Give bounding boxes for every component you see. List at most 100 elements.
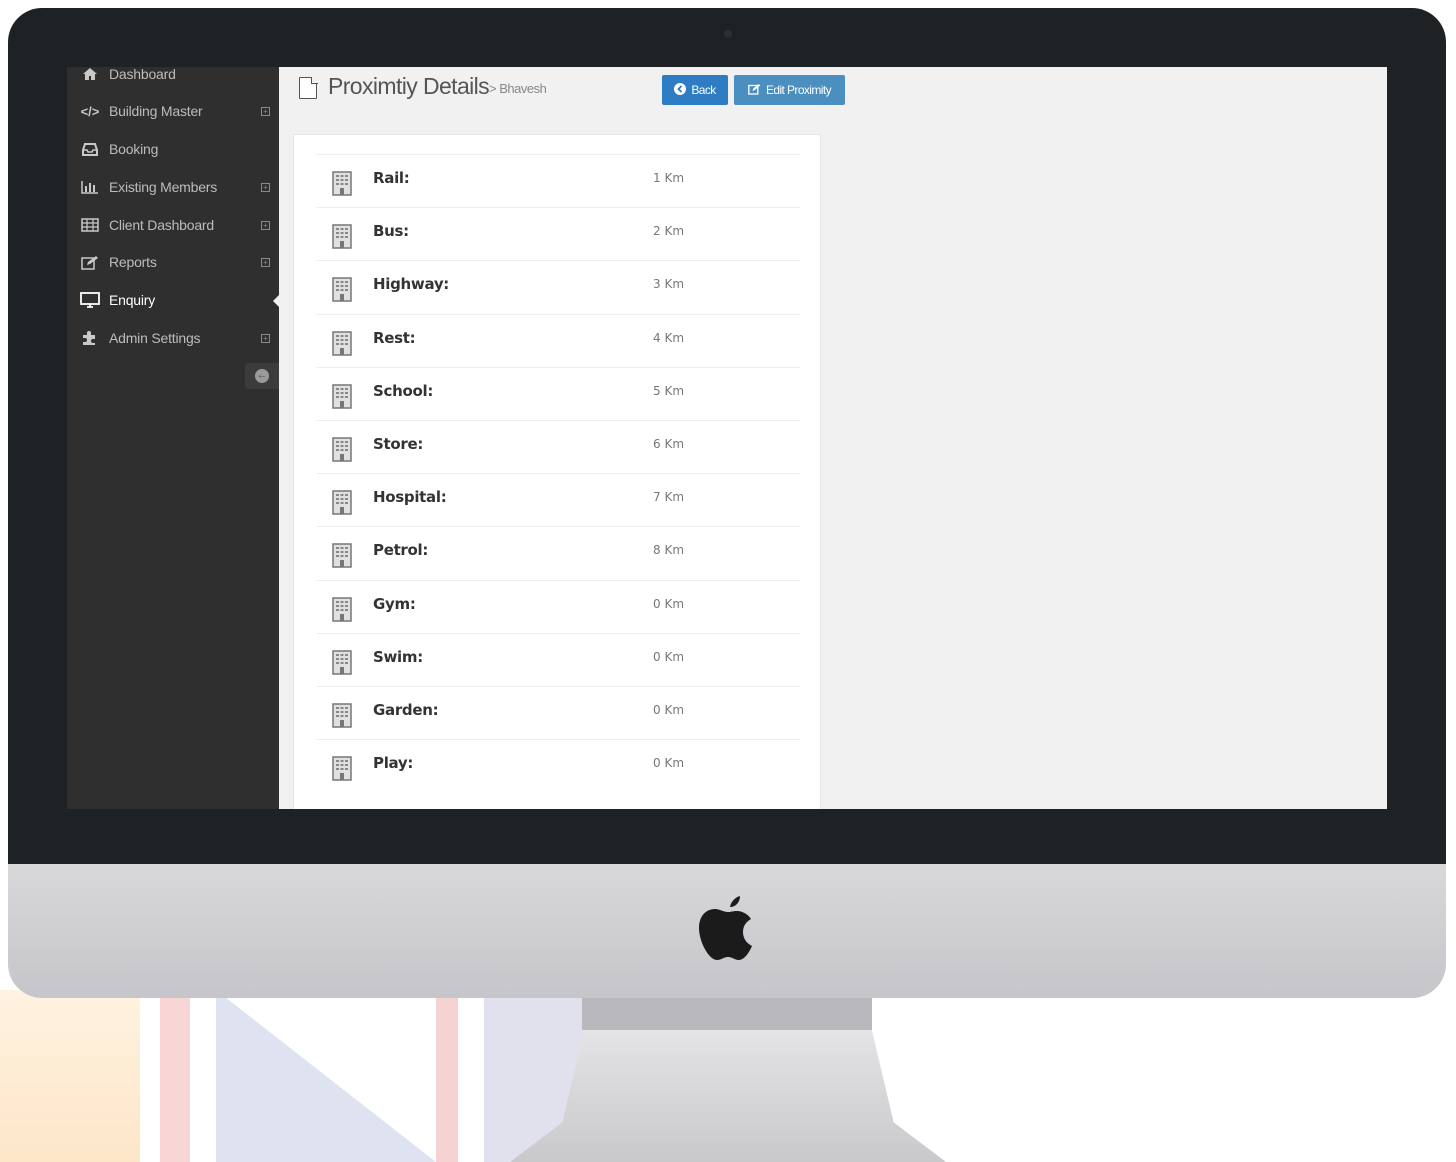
back-button[interactable]: Back (662, 75, 728, 105)
edit-proximity-button[interactable]: Edit Proximity (734, 75, 845, 105)
sidebar-item-label: Booking (109, 141, 159, 157)
proximity-distance: 7 Km (653, 490, 685, 505)
page-title: Proximtiy Details (328, 73, 490, 99)
proximity-label: Swim: (373, 647, 423, 666)
sidebar-item-label: Enquiry (109, 292, 156, 308)
sidebar-item-existing-members[interactable]: Existing Members + (67, 172, 279, 202)
arrow-left-circle-icon: ← (255, 369, 269, 383)
proximity-row: Gym: 0 Km (316, 579, 800, 633)
sidebar-item-label: Admin Settings (109, 330, 201, 346)
building-icon (332, 330, 352, 356)
building-icon (332, 650, 352, 675)
active-indicator (273, 294, 280, 308)
sidebar-item-label: Existing Members (109, 179, 218, 195)
building-icon (332, 437, 352, 462)
building-icon (332, 490, 352, 515)
proximity-row: Store: 6 Km (316, 420, 800, 473)
building-icon (332, 224, 352, 249)
expand-icon[interactable]: + (261, 257, 270, 267)
sidebar-item-admin-settings[interactable]: Admin Settings + (67, 323, 279, 353)
bar-chart-icon (79, 179, 101, 195)
building-icon (332, 756, 352, 781)
sidebar-item-label: Client Dashboard (109, 217, 214, 233)
edit-icon (748, 83, 761, 98)
proximity-distance: 5 Km (653, 383, 685, 398)
proximity-label: Play: (373, 754, 414, 773)
building-icon (332, 384, 352, 409)
proximity-row: Petrol: 8 Km (316, 526, 800, 579)
background-shape (160, 990, 190, 1162)
proximity-row: Hospital: 7 Km (316, 473, 800, 526)
proximity-label: Gym: (373, 594, 416, 613)
proximity-distance: 0 Km (653, 756, 685, 771)
arrow-left-circle-icon (674, 82, 687, 98)
proximity-card: Rail: 1 Km Bus: 2 Km Highway: 3 Km Rest: 4 Km Sc… (293, 134, 821, 809)
proximity-distance: 2 Km (653, 224, 685, 239)
desktop-icon (79, 292, 101, 308)
proximity-label: Hospital: (373, 488, 447, 507)
proximity-row: Rail: 1 Km (316, 154, 800, 207)
building-icon (332, 171, 352, 196)
edit-proximity-label: Edit Proximity (766, 83, 832, 97)
sidebar-item-label: Building Master (109, 103, 203, 119)
proximity-row: Garden: 0 Km (316, 686, 800, 739)
building-icon (332, 703, 352, 728)
back-button-label: Back (691, 83, 716, 97)
proximity-row: School: 5 Km (316, 366, 800, 420)
proximity-row: Highway: 3 Km (316, 260, 800, 313)
sidebar-collapse-button[interactable]: ← (245, 363, 279, 389)
puzzle-icon (79, 330, 101, 346)
sidebar-item-booking[interactable]: Booking (67, 134, 279, 164)
proximity-label: Rail: (373, 169, 410, 187)
proximity-label: Garden: (373, 701, 439, 719)
sidebar: Dashboard </> Building Master + Booking … (67, 67, 280, 809)
expand-icon[interactable]: + (261, 220, 270, 230)
background-shape (436, 990, 458, 1162)
proximity-distance: 0 Km (653, 703, 685, 717)
sidebar-item-label: Dashboard (109, 67, 176, 82)
proximity-distance: 6 Km (653, 437, 685, 451)
proximity-row: Bus: 2 Km (316, 207, 800, 260)
proximity-label: Bus: (373, 222, 409, 241)
proximity-distance: 0 Km (653, 596, 685, 611)
proximity-distance: 8 Km (653, 543, 685, 558)
page-header: Proximtiy Details > Bhavesh Back Edit Pr… (279, 67, 1387, 127)
document-icon (299, 76, 318, 99)
inbox-icon (79, 141, 101, 157)
proximity-distance: 1 Km (653, 171, 685, 185)
expand-icon[interactable]: + (261, 182, 270, 192)
sidebar-item-client-dashboard[interactable]: Client Dashboard + (67, 210, 279, 240)
proximity-row: Play: 0 Km (316, 739, 800, 792)
apple-logo-icon (699, 896, 752, 960)
proximity-label: Petrol: (373, 541, 429, 560)
background-shape (0, 990, 140, 1162)
proximity-row: Swim: 0 Km (316, 632, 800, 686)
edit-icon (79, 254, 101, 270)
home-icon (79, 67, 101, 82)
building-icon (332, 543, 352, 569)
building-icon (332, 596, 352, 622)
proximity-distance: 0 Km (653, 649, 685, 664)
proximity-label: Rest: (373, 328, 416, 347)
breadcrumb: > Bhavesh (489, 81, 547, 96)
sidebar-item-building-master[interactable]: </> Building Master + (67, 96, 279, 126)
proximity-row: Rest: 4 Km (316, 313, 800, 367)
sidebar-item-enquiry[interactable]: Enquiry (67, 285, 279, 315)
background-shape (216, 990, 436, 1162)
camera-icon (724, 30, 732, 38)
app-screen: Dashboard </> Building Master + Booking … (67, 67, 1387, 809)
proximity-label: School: (373, 381, 434, 400)
proximity-distance: 4 Km (653, 330, 685, 345)
sidebar-item-dashboard[interactable]: Dashboard (67, 67, 279, 89)
proximity-label: Store: (373, 435, 424, 453)
code-icon: </> (80, 103, 100, 119)
table-icon (79, 217, 101, 233)
expand-icon[interactable]: + (261, 333, 270, 343)
sidebar-item-label: Reports (109, 254, 157, 270)
proximity-distance: 3 Km (653, 277, 685, 292)
proximity-label: Highway: (373, 275, 450, 294)
expand-icon[interactable]: + (261, 106, 270, 116)
sidebar-item-reports[interactable]: Reports + (67, 247, 279, 277)
building-icon (332, 277, 352, 303)
monitor-stand-neck (582, 998, 872, 1030)
